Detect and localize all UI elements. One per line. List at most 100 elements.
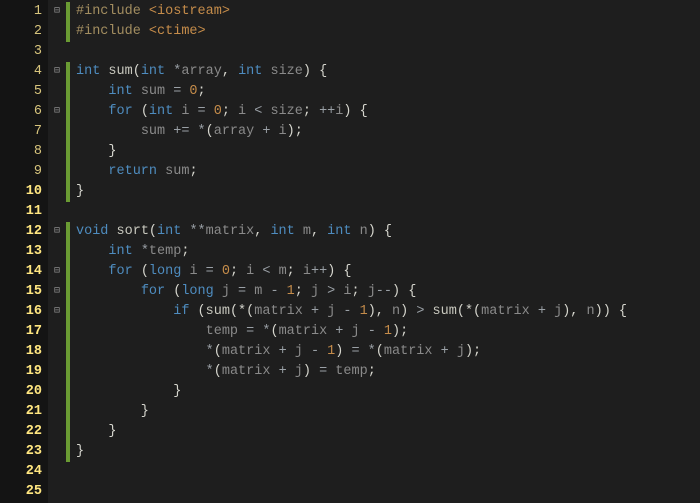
token: int <box>270 224 302 239</box>
token: = <box>173 84 189 99</box>
fold-toggle-icon[interactable]: ⊟ <box>48 302 66 322</box>
token: * <box>76 364 214 379</box>
code-area[interactable]: #include <iostream>#include <ctime> int … <box>70 0 700 503</box>
code-line[interactable]: *(matrix + j - 1) = *(matrix + j); <box>76 342 700 362</box>
token: matrix <box>481 304 538 319</box>
token: i <box>279 124 287 139</box>
code-line[interactable]: temp = *(matrix + j - 1); <box>76 322 700 342</box>
fold-spacer <box>48 342 66 362</box>
code-line[interactable] <box>76 42 700 62</box>
token: j <box>311 284 327 299</box>
fold-spacer <box>48 422 66 442</box>
code-line[interactable]: sum += *(array + i); <box>76 122 700 142</box>
code-line[interactable]: } <box>76 142 700 162</box>
token: 1 <box>360 304 368 319</box>
token: ; <box>222 104 238 119</box>
code-line[interactable]: } <box>76 182 700 202</box>
code-line[interactable] <box>76 202 700 222</box>
line-number: 21 <box>2 402 42 422</box>
token <box>76 84 108 99</box>
token: 0 <box>222 264 230 279</box>
fold-toggle-icon[interactable]: ⊟ <box>48 282 66 302</box>
code-line[interactable]: int sum = 0; <box>76 82 700 102</box>
code-line[interactable]: } <box>76 422 700 442</box>
code-line[interactable]: for (long j = m - 1; j > i; j--) { <box>76 282 700 302</box>
code-line[interactable]: *(matrix + j) = temp; <box>76 362 700 382</box>
fold-toggle-icon[interactable]: ⊟ <box>48 62 66 82</box>
token: j <box>222 284 238 299</box>
code-line[interactable]: } <box>76 382 700 402</box>
fold-spacer <box>48 362 66 382</box>
token: ) { <box>303 64 327 79</box>
fold-spacer <box>48 42 66 62</box>
token <box>76 304 173 319</box>
code-line[interactable]: int sum(int *array, int size) { <box>76 62 700 82</box>
token: #include <box>76 24 149 39</box>
token: j <box>457 344 465 359</box>
token: sum <box>108 64 132 79</box>
token: i <box>238 104 254 119</box>
line-number: 19 <box>2 362 42 382</box>
token: } <box>76 384 181 399</box>
token: + <box>311 304 327 319</box>
token: = * <box>246 324 270 339</box>
token: ; <box>198 84 206 99</box>
fold-toggle-icon[interactable]: ⊟ <box>48 262 66 282</box>
line-number: 7 <box>2 122 42 142</box>
code-line[interactable]: int *temp; <box>76 242 700 262</box>
token: } <box>76 404 149 419</box>
line-number-gutter: 1234567891011121314151617181920212223242… <box>0 0 48 503</box>
code-line[interactable]: if (sum(*(matrix + j - 1), n) > sum(*(ma… <box>76 302 700 322</box>
token: < <box>254 104 270 119</box>
fold-spacer <box>48 162 66 182</box>
fold-toggle-icon[interactable]: ⊟ <box>48 222 66 242</box>
token: int <box>108 244 140 259</box>
token: ) <box>303 364 319 379</box>
token: ), <box>562 304 586 319</box>
token: + <box>262 124 278 139</box>
code-line[interactable]: void sort(int **matrix, int m, int n) { <box>76 222 700 242</box>
token: + <box>441 344 457 359</box>
fold-toggle-icon[interactable]: ⊟ <box>48 102 66 122</box>
token: int <box>327 224 359 239</box>
token: ( <box>141 104 149 119</box>
fold-spacer <box>48 382 66 402</box>
token <box>76 124 141 139</box>
token: = * <box>351 344 375 359</box>
code-line[interactable]: for (int i = 0; i < size; ++i) { <box>76 102 700 122</box>
token: 1 <box>384 324 392 339</box>
code-line[interactable]: } <box>76 402 700 422</box>
code-line[interactable]: return sum; <box>76 162 700 182</box>
fold-spacer <box>48 242 66 262</box>
line-number: 5 <box>2 82 42 102</box>
code-line[interactable]: #include <iostream> <box>76 2 700 22</box>
code-line[interactable] <box>76 482 700 502</box>
code-line[interactable]: for (long i = 0; i < m; i++) { <box>76 262 700 282</box>
code-line[interactable]: #include <ctime> <box>76 22 700 42</box>
token: - <box>270 284 286 299</box>
code-line[interactable] <box>76 462 700 482</box>
token: ) <box>400 304 416 319</box>
line-number: 10 <box>2 182 42 202</box>
token: 0 <box>189 84 197 99</box>
line-number: 14 <box>2 262 42 282</box>
line-number: 13 <box>2 242 42 262</box>
token: int <box>76 64 108 79</box>
fold-toggle-icon[interactable]: ⊟ <box>48 2 66 22</box>
fold-spacer <box>48 482 66 502</box>
token: i <box>189 264 205 279</box>
token <box>76 264 108 279</box>
token: } <box>76 184 84 199</box>
token: n <box>587 304 595 319</box>
token: sum <box>165 164 189 179</box>
line-number: 6 <box>2 102 42 122</box>
code-line[interactable]: } <box>76 442 700 462</box>
line-number: 2 <box>2 22 42 42</box>
token: j <box>554 304 562 319</box>
line-number: 20 <box>2 382 42 402</box>
token: matrix <box>206 224 255 239</box>
token: n <box>360 224 368 239</box>
fold-column[interactable]: ⊟⊟⊟⊟⊟⊟⊟ <box>48 0 66 503</box>
token <box>76 244 108 259</box>
token: + <box>279 364 295 379</box>
